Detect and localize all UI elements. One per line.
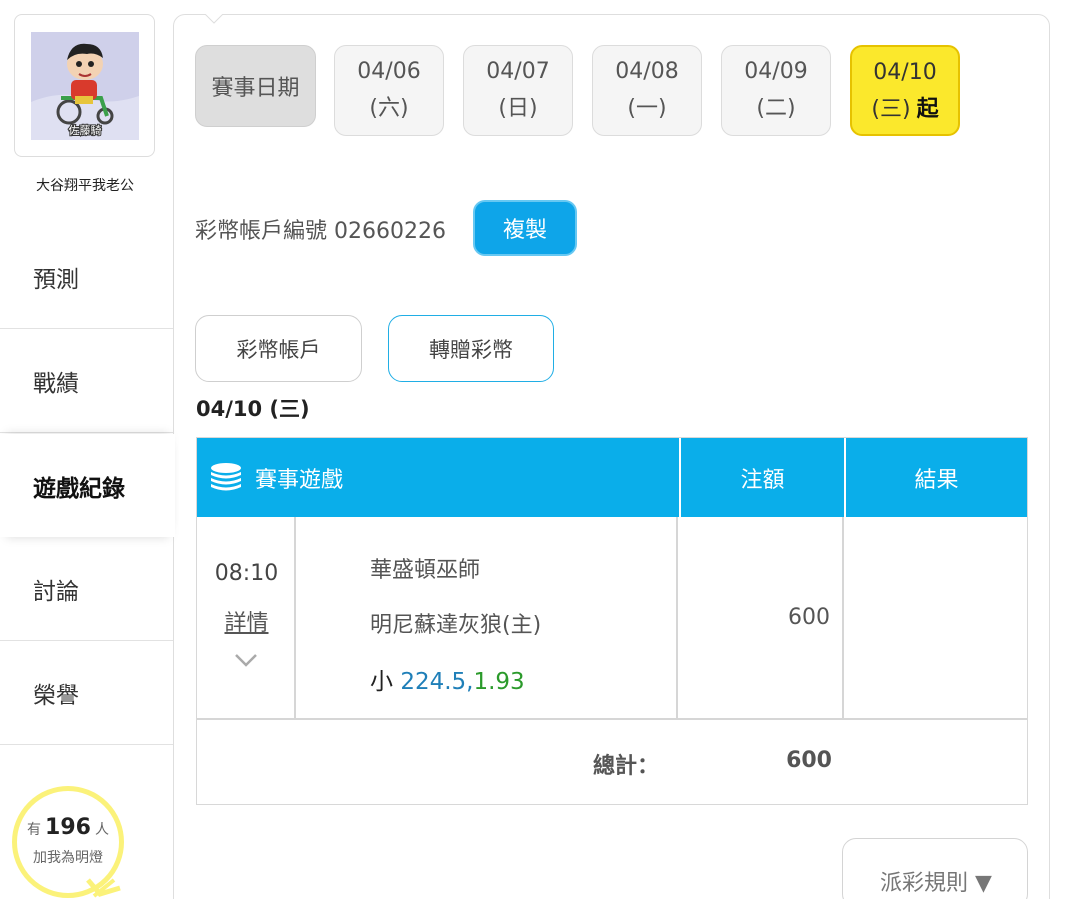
selected-date-heading: 04/10 (三) [196,397,310,421]
sidebar-item-discussion[interactable]: 討論 [0,538,175,641]
time-cell: 08:10 詳情 [197,517,296,720]
payout-rules-button[interactable]: 派彩規則 ▼ [842,838,1028,899]
header-game: 賽事遊戲 [197,438,678,517]
bet-cell: 600 [679,517,844,720]
total-amount: 600 [786,748,832,773]
away-team: 華盛頓巫師 [370,558,481,583]
weekday-text: (三) [871,97,911,122]
sidebar-item-label: 討論 [33,579,79,605]
date-tab-0408[interactable]: 04/08 (一) [592,45,702,136]
tab-coin-account[interactable]: 彩幣帳戶 [195,315,362,382]
result-cell [845,517,1027,720]
header-bet: 注額 [679,438,844,517]
bet-pick: 小 224.5,1.93 [370,662,525,696]
date-text: 04/10 [873,60,937,85]
sidebar-item-label: 遊戲紀錄 [33,475,125,502]
copy-button[interactable]: 複製 [473,200,577,256]
sidebar-item-label: 榮譽 [33,683,79,709]
follow-prefix: 有 [27,822,42,838]
sidebar-item-record[interactable]: 戰績 [0,330,175,433]
chevron-down-icon[interactable] [234,653,258,667]
match-date-label: 賽事日期 [195,45,316,127]
weekday-line: (三) 起 [852,91,958,123]
follow-suffix: 人 [94,822,109,838]
avatar[interactable]: 佐藤騎 [14,14,155,157]
header-result: 結果 [844,438,1027,517]
sidebar-item-predict[interactable]: 預測 [0,226,175,329]
game-cell: 華盛頓巫師 明尼蘇達灰狼(主) 小 224.5,1.93 [297,517,678,720]
follow-count: 196 [45,815,91,840]
panel-pointer-icon [205,14,223,24]
from-marker: 起 [916,97,939,122]
date-text: 04/09 [744,59,808,84]
payout-rules-label: 派彩規則 ▼ [880,871,992,896]
date-text: 04/08 [615,59,679,84]
pick-type: 小 [370,669,393,695]
date-text: 04/06 [357,59,421,84]
weekday-text: (六) [369,96,409,121]
pick-odds: 1.93 [473,669,525,695]
date-text: 04/07 [486,59,550,84]
match-date-label-text: 賽事日期 [211,76,300,101]
game-time: 08:10 [214,561,279,586]
speech-tail-icon [86,878,121,898]
follow-cta: 加我為明燈 [33,850,103,866]
total-row: 總計： 600 [197,722,1027,804]
table-row: 08:10 詳情 華盛頓巫師 明尼蘇達灰狼(主) 小 224.5,1.93 60… [197,517,1027,720]
date-tab-0407[interactable]: 04/07 (日) [463,45,573,136]
header-game-label: 賽事遊戲 [255,467,344,493]
sidebar-item-label: 戰績 [33,371,79,397]
avatar-image: 佐藤騎 [31,32,139,140]
coin-stack-icon [211,462,241,490]
account-number: 彩幣帳戶編號 02660226 [195,219,446,244]
date-tab-0406[interactable]: 04/06 (六) [334,45,444,136]
weekday-text: (一) [627,96,667,121]
sidebar-item-honor[interactable]: 榮譽 [0,642,175,745]
details-link[interactable]: 詳情 [197,605,296,637]
bet-amount: 600 [788,605,830,630]
total-label: 總計： [593,754,660,779]
home-team: 明尼蘇達灰狼(主) [370,613,542,638]
tab-transfer-coins[interactable]: 轉贈彩幣 [388,315,554,382]
weekday-text: (日) [498,96,538,121]
avatar-caption: 佐藤騎 [69,123,102,137]
username: 大谷翔平我老公 [36,178,134,194]
date-tab-0409[interactable]: 04/09 (二) [721,45,831,136]
sidebar: 佐藤騎 大谷翔平我老公 預測 戰績 遊戲紀錄 討論 榮譽 有 196 人 加我為明燈 [0,0,175,899]
sidebar-item-label: 預測 [33,267,79,293]
follow-count-line: 有 196 人 [17,815,119,840]
table-header: 賽事遊戲 注額 結果 [197,438,1027,517]
pick-line: 224.5, [400,669,474,695]
date-tab-0410-selected[interactable]: 04/10 (三) 起 [850,45,960,136]
weekday-text: (二) [756,96,796,121]
game-record-table: 賽事遊戲 注額 結果 08:10 詳情 華盛頓巫師 明尼蘇達灰狼(主) 小 22… [196,437,1028,805]
sidebar-item-game-history[interactable]: 遊戲紀錄 [0,434,175,537]
